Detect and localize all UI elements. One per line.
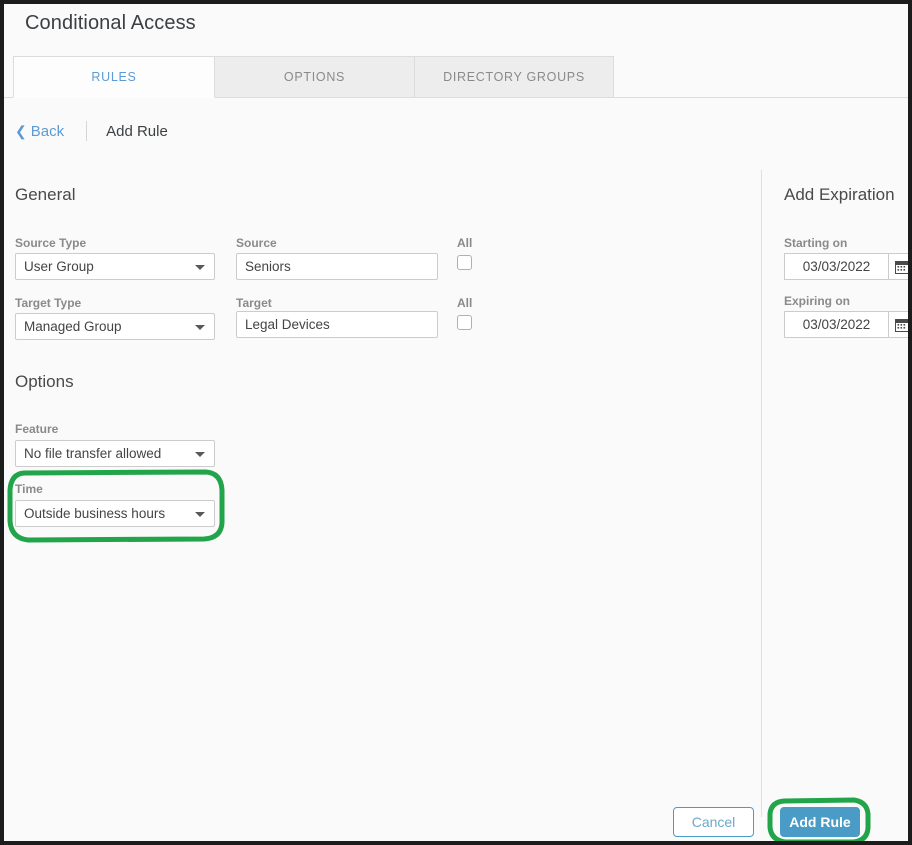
add-rule-button[interactable]: Add Rule [780, 807, 860, 837]
tab-options[interactable]: OPTIONS [214, 56, 415, 97]
back-link[interactable]: ❮ Back [15, 123, 64, 140]
starting-on-label: Starting on [784, 236, 848, 250]
options-section-heading: Options [15, 372, 74, 391]
chevron-down-icon [195, 324, 205, 330]
source-all-checkbox[interactable] [457, 255, 472, 270]
tab-rules[interactable]: RULES [13, 56, 215, 98]
source-type-label: Source Type [15, 236, 87, 250]
general-section-heading: General [15, 185, 76, 204]
footer-actions: Cancel Add Rule [4, 784, 908, 841]
panel-divider [761, 170, 762, 817]
target-label: Target [236, 296, 272, 310]
target-value: Legal Devices [245, 317, 330, 332]
target-type-value: Managed Group [24, 319, 122, 334]
target-input[interactable]: Legal Devices [236, 311, 438, 338]
chevron-down-icon [195, 511, 205, 517]
source-type-value: User Group [24, 259, 94, 274]
expiring-on-field: 03/03/2022 [784, 311, 908, 338]
conditional-access-window: Conditional Access RULES OPTIONS DIRECTO… [4, 4, 908, 841]
feature-select[interactable]: No file transfer allowed [15, 440, 215, 467]
starting-on-input[interactable]: 03/03/2022 [784, 253, 888, 280]
time-value: Outside business hours [24, 506, 166, 521]
breadcrumb: ❮ Back Add Rule [4, 110, 908, 152]
cancel-button[interactable]: Cancel [673, 807, 754, 837]
time-label: Time [15, 482, 43, 496]
target-type-label: Target Type [15, 296, 82, 310]
tab-strip: RULES OPTIONS DIRECTORY GROUPS [4, 56, 908, 98]
calendar-icon[interactable] [888, 253, 908, 280]
feature-label: Feature [15, 422, 59, 436]
chevron-down-icon [195, 451, 205, 457]
source-label: Source [236, 236, 277, 250]
expiration-section-heading: Add Expiration [784, 185, 895, 204]
back-link-label: Back [30, 122, 65, 140]
source-input[interactable]: Seniors [236, 253, 438, 280]
target-all-label: All [457, 296, 473, 310]
source-all-label: All [457, 236, 473, 250]
target-type-select[interactable]: Managed Group [15, 313, 215, 340]
expiring-on-input[interactable]: 03/03/2022 [784, 311, 888, 338]
feature-value: No file transfer allowed [24, 446, 162, 461]
time-select[interactable]: Outside business hours [15, 500, 215, 527]
source-value: Seniors [245, 259, 291, 274]
chevron-left-icon: ❮ [15, 123, 27, 139]
breadcrumb-divider [86, 121, 88, 141]
page-title: Conditional Access [25, 12, 196, 34]
expiring-on-label: Expiring on [784, 294, 850, 308]
source-type-select[interactable]: User Group [15, 253, 215, 280]
target-all-checkbox[interactable] [457, 315, 472, 330]
tab-directory-groups[interactable]: DIRECTORY GROUPS [414, 56, 614, 97]
breadcrumb-current-page: Add Rule [106, 122, 168, 140]
calendar-icon[interactable] [888, 311, 908, 338]
form-body: General Source Type User Group Source Se… [4, 152, 908, 841]
chevron-down-icon [195, 264, 205, 270]
starting-on-field: 03/03/2022 [784, 253, 908, 280]
